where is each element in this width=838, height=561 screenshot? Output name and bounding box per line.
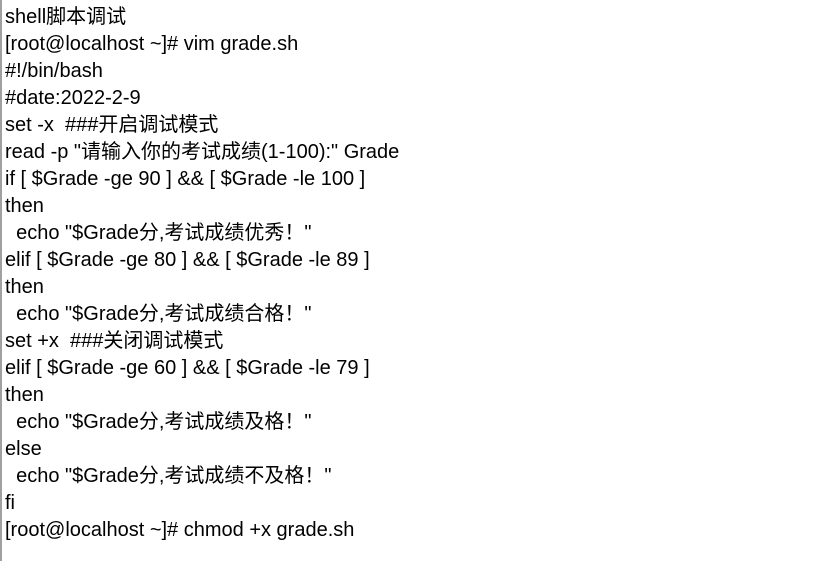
code-line: else xyxy=(5,438,42,460)
code-line: echo "$Grade分,考试成绩及格！" xyxy=(5,411,312,433)
code-line: #date:2022-2-9 xyxy=(5,87,141,109)
code-line: if [ $Grade -ge 90 ] && [ $Grade -le 100… xyxy=(5,168,366,190)
shell-command-chmod: [root@localhost ~]# chmod +x grade.sh xyxy=(5,519,355,541)
code-line: elif [ $Grade -ge 80 ] && [ $Grade -le 8… xyxy=(5,249,370,271)
shell-command-vim: [root@localhost ~]# vim grade.sh xyxy=(5,33,299,55)
document-body: shell脚本调试 [root@localhost ~]# vim grade.… xyxy=(5,4,838,544)
code-line: echo "$Grade分,考试成绩合格！" xyxy=(5,303,312,325)
code-line: #!/bin/bash xyxy=(5,60,103,82)
code-line: echo "$Grade分,考试成绩不及格！" xyxy=(5,465,332,487)
code-line: echo "$Grade分,考试成绩优秀！" xyxy=(5,222,312,244)
code-line: then xyxy=(5,276,44,298)
code-line: fi xyxy=(5,492,15,514)
code-line: set -x ###开启调试模式 xyxy=(5,114,219,136)
code-line: then xyxy=(5,195,44,217)
code-line: set +x ###关闭调试模式 xyxy=(5,330,224,352)
doc-title: shell脚本调试 xyxy=(5,6,127,28)
left-border-line xyxy=(0,0,2,561)
code-line: read -p "请输入你的考试成绩(1-100):" Grade xyxy=(5,141,400,163)
code-line: then xyxy=(5,384,44,406)
code-line: elif [ $Grade -ge 60 ] && [ $Grade -le 7… xyxy=(5,357,370,379)
